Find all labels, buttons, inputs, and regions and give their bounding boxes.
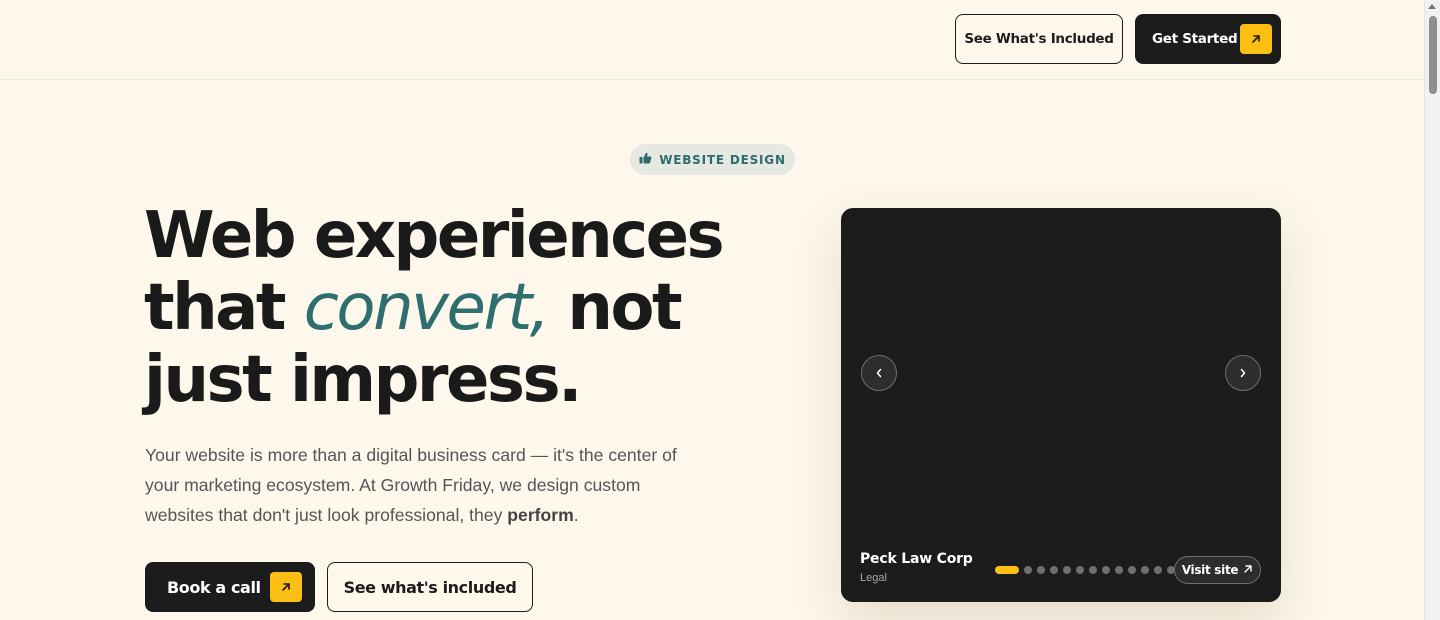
client-category: Legal bbox=[860, 572, 887, 584]
chevron-left-icon bbox=[875, 366, 883, 381]
carousel-dot[interactable] bbox=[1076, 566, 1084, 574]
headline-accent-word: convert, bbox=[303, 271, 550, 345]
see-whats-included-button[interactable]: See What's Included bbox=[955, 14, 1123, 64]
scroll-up-arrow-icon[interactable] bbox=[1428, 4, 1436, 9]
carousel-dot[interactable] bbox=[1154, 566, 1162, 574]
lede-end: . bbox=[573, 505, 579, 525]
badge-label: WEBSITE DESIGN bbox=[659, 152, 786, 167]
portfolio-carousel: Peck Law Corp Legal Visit site bbox=[841, 208, 1281, 602]
hero-description: Your website is more than a digital busi… bbox=[145, 440, 705, 530]
carousel-dot[interactable] bbox=[1037, 566, 1045, 574]
category-badge: WEBSITE DESIGN bbox=[630, 144, 795, 175]
carousel-dot[interactable] bbox=[1115, 566, 1123, 574]
carousel-pagination bbox=[995, 566, 1175, 574]
top-nav: See What's Included Get Started bbox=[0, 0, 1424, 80]
scroll-thumb[interactable] bbox=[1429, 16, 1437, 94]
book-a-call-label: Book a call bbox=[167, 577, 261, 597]
carousel-dot[interactable] bbox=[1141, 566, 1149, 574]
arrow-up-right-icon bbox=[1240, 24, 1272, 54]
thumbs-up-icon bbox=[639, 151, 652, 169]
lede-text: Your website is more than a digital busi… bbox=[145, 445, 677, 525]
carousel-dot[interactable] bbox=[1024, 566, 1032, 574]
carousel-prev-button[interactable] bbox=[861, 355, 897, 391]
headline-line-2-end: not bbox=[547, 271, 682, 345]
get-started-label: Get Started bbox=[1152, 31, 1238, 47]
book-a-call-button[interactable]: Book a call bbox=[145, 562, 315, 612]
arrow-up-right-icon bbox=[1243, 563, 1253, 577]
lede-emphasis: perform bbox=[507, 505, 574, 525]
carousel-next-button[interactable] bbox=[1225, 355, 1261, 391]
headline-line-1: Web experiences bbox=[144, 199, 725, 273]
chevron-right-icon bbox=[1239, 366, 1247, 381]
get-started-button[interactable]: Get Started bbox=[1135, 14, 1281, 64]
carousel-dot[interactable] bbox=[1128, 566, 1136, 574]
arrow-up-right-icon bbox=[270, 572, 302, 602]
carousel-dot[interactable] bbox=[1050, 566, 1058, 574]
carousel-dot[interactable] bbox=[1089, 566, 1097, 574]
visit-site-label: Visit site bbox=[1181, 563, 1239, 577]
visit-site-button[interactable]: Visit site bbox=[1174, 556, 1261, 584]
see-whats-included-cta[interactable]: See what's included bbox=[327, 562, 533, 612]
page-scrollbar[interactable] bbox=[1424, 0, 1440, 620]
client-name: Peck Law Corp bbox=[860, 551, 973, 567]
carousel-dot[interactable] bbox=[1102, 566, 1110, 574]
headline-line-2-start: that bbox=[144, 271, 304, 345]
headline-line-3: just impress. bbox=[144, 343, 582, 417]
carousel-dot[interactable] bbox=[1063, 566, 1071, 574]
carousel-dot[interactable] bbox=[995, 566, 1019, 574]
hero-headline: Web experiences that convert, not just i… bbox=[144, 200, 804, 416]
headline-line-2: that convert, not bbox=[144, 272, 804, 344]
